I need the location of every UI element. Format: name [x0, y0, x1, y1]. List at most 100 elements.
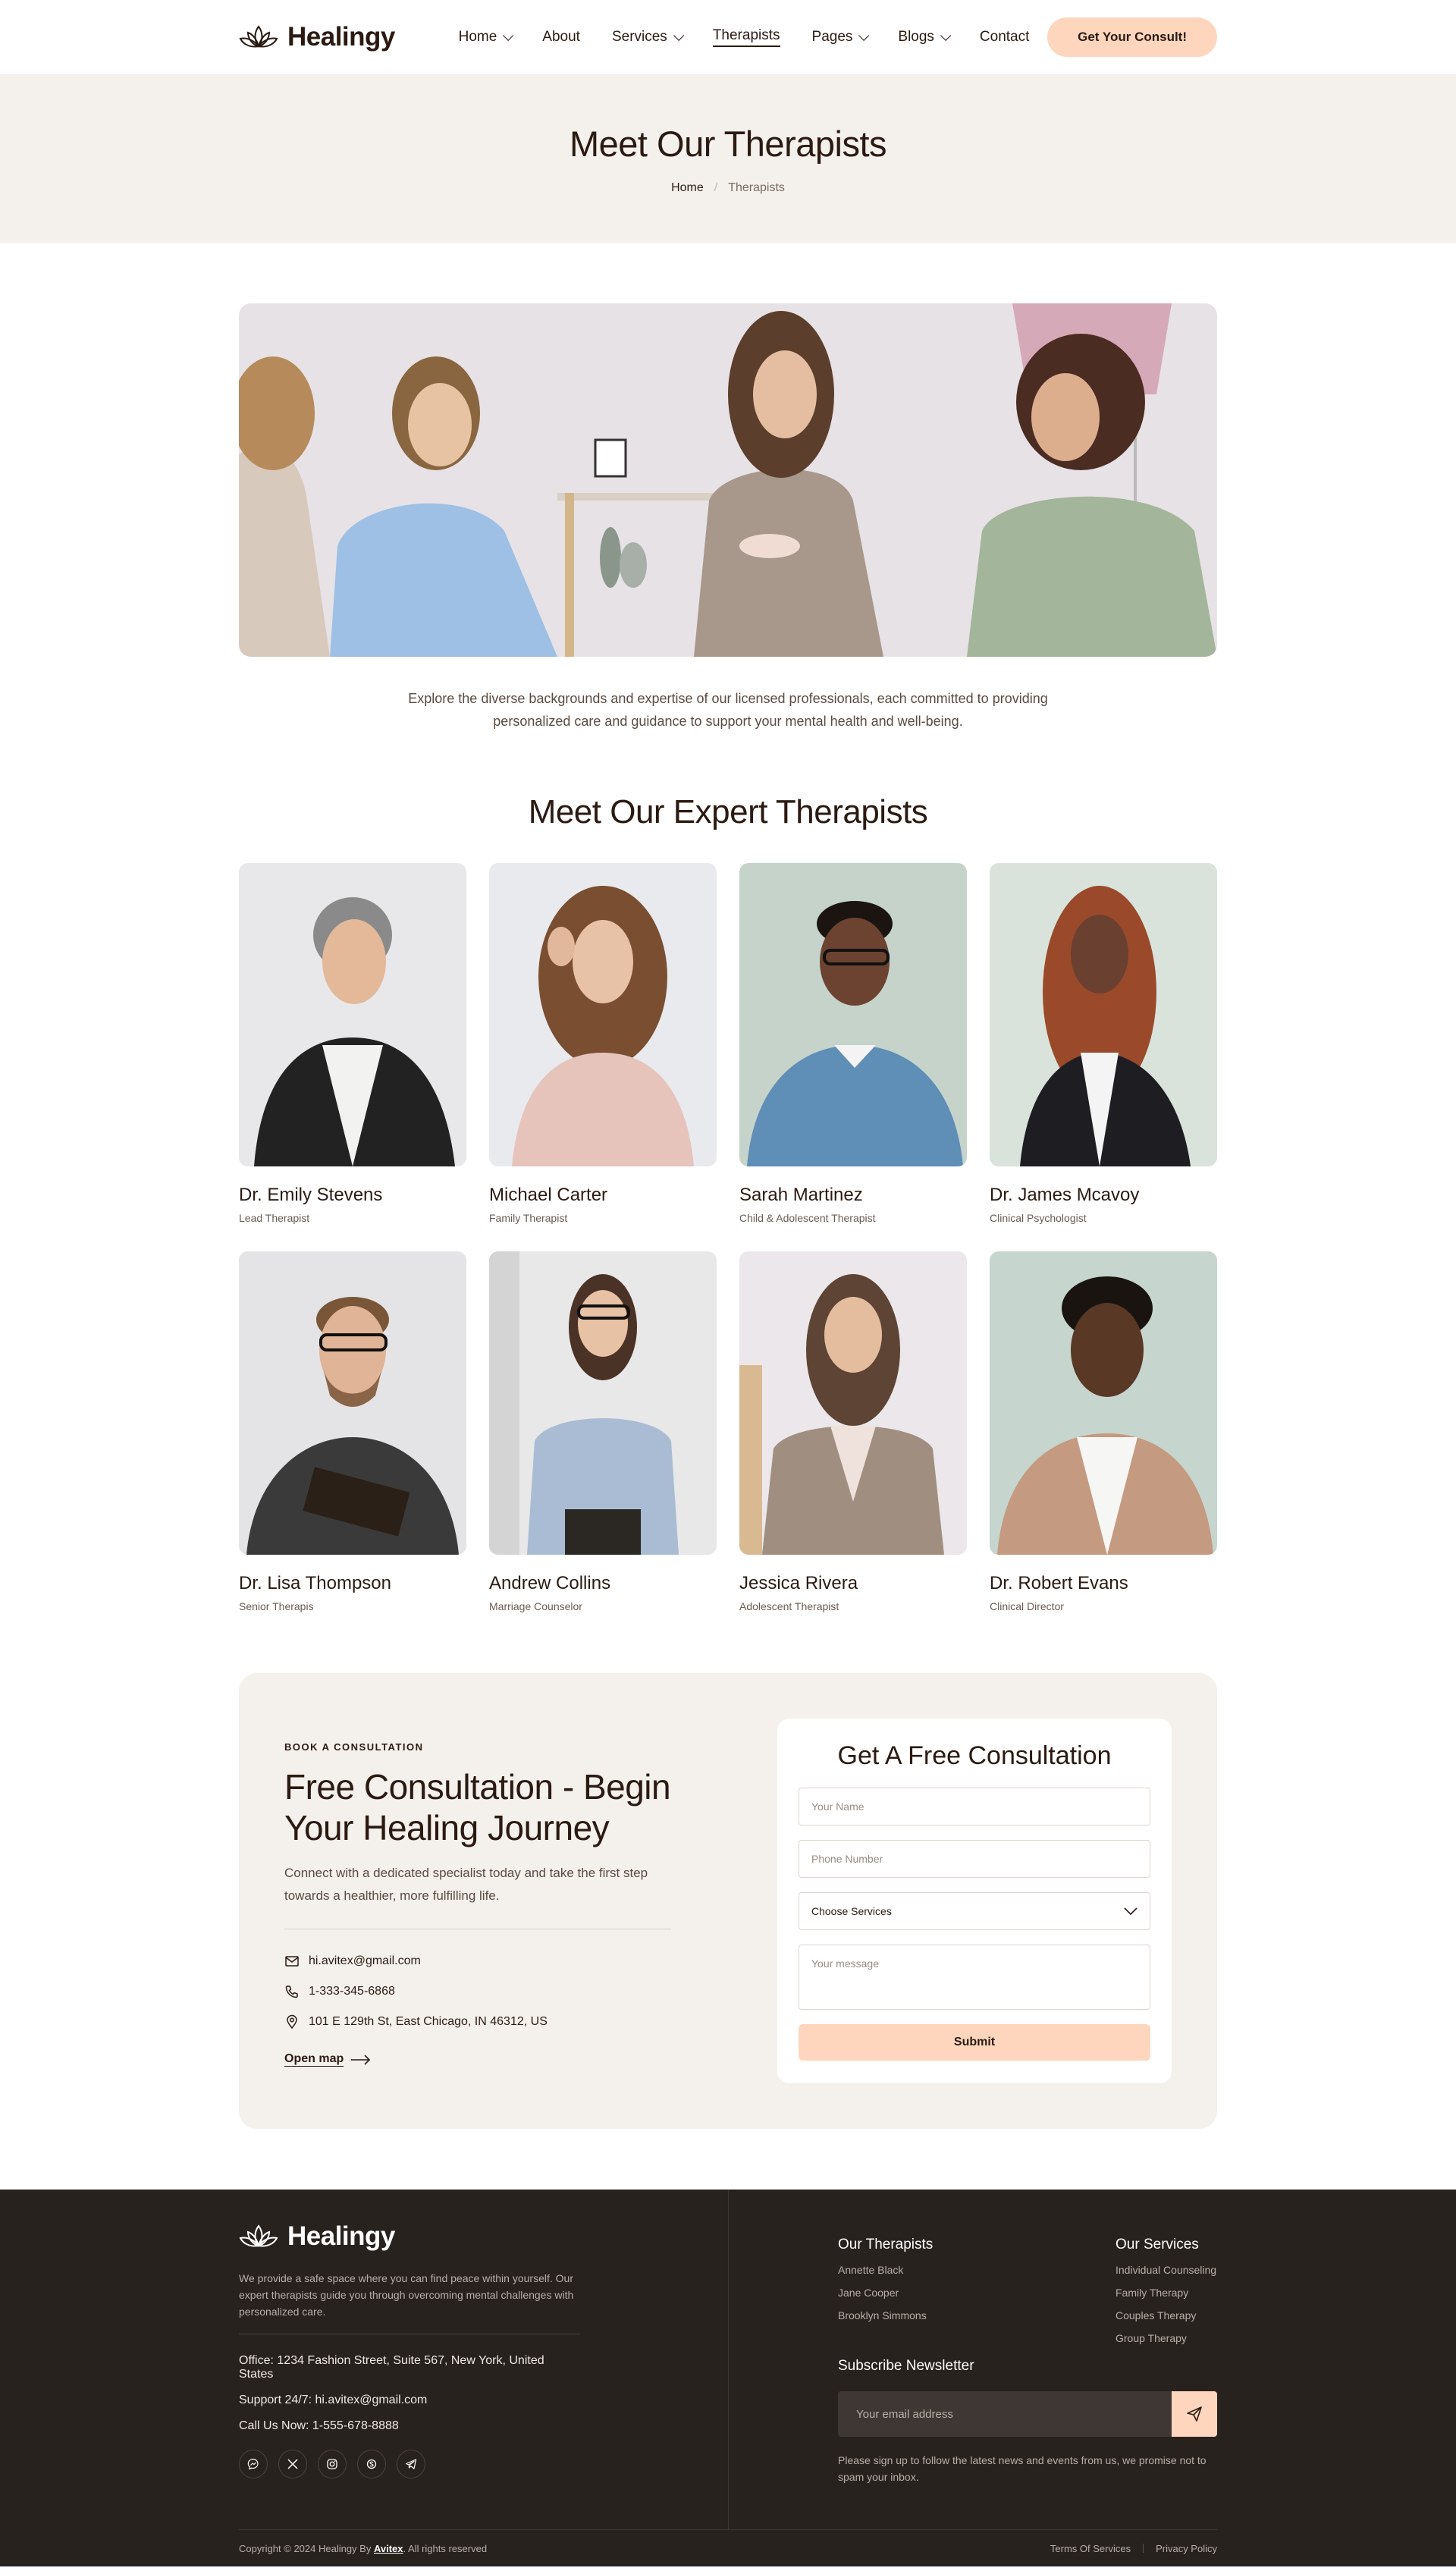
name-input[interactable]: Your Name	[799, 1788, 1150, 1825]
open-map-link[interactable]: Open map	[284, 2052, 671, 2067]
services-select[interactable]: Choose Services	[799, 1892, 1150, 1930]
therapist-role: Lead Therapist	[239, 1212, 310, 1224]
therapist-name[interactable]: Jessica Rivera	[739, 1573, 967, 1594]
chevron-down-icon	[940, 30, 952, 41]
submit-button[interactable]: Submit	[799, 2024, 1150, 2061]
footer-therapists-title: Our Therapists	[838, 2237, 934, 2252]
chevron-down-icon	[673, 30, 685, 41]
therapist-card[interactable]: Dr. Lisa Thompson Senior Therapis	[239, 1251, 466, 1612]
contact-email[interactable]: hi.avitex@gmail.com	[284, 1954, 671, 1969]
site-footer: Healingy We provide a safe space where y…	[0, 2190, 1456, 2566]
footer-therapist-link[interactable]: Annette Black	[838, 2264, 933, 2276]
therapist-card[interactable]: Michael Carter Family Therapist	[489, 863, 717, 1224]
get-consult-button[interactable]: Get Your Consult!	[1047, 17, 1217, 57]
footer-logo[interactable]: Healingy	[239, 2221, 580, 2252]
consultation-form: Get A Free Consultation Your Name Phone …	[777, 1719, 1172, 2083]
footer-therapists-column: Our Therapists Annette Black Jane Cooper…	[838, 2237, 933, 2332]
nav-home[interactable]: Home	[459, 22, 514, 52]
breadcrumb-home[interactable]: Home	[671, 181, 704, 195]
lotus-logo-icon	[239, 2224, 278, 2247]
contact-address: 101 E 129th St, East Chicago, IN 46312, …	[284, 2014, 671, 2029]
contact-phone[interactable]: 1-333-345-6868	[284, 1984, 671, 1999]
therapist-name[interactable]: Dr. James Mcavoy	[990, 1185, 1217, 1206]
newsletter-email-input[interactable]: Your email address	[838, 2391, 1172, 2437]
footer-therapist-link[interactable]: Jane Cooper	[838, 2287, 933, 2299]
therapist-role: Clinical Director	[990, 1600, 1065, 1612]
main-nav: Home About Services Therapists Pages Blo…	[459, 22, 1029, 52]
footer-support[interactable]: Support 24/7: hi.avitex@gmail.com	[239, 2394, 580, 2407]
brand-name: Healingy	[287, 22, 395, 52]
therapist-card[interactable]: Jessica Rivera Adolescent Therapist	[739, 1251, 967, 1612]
nav-about[interactable]: About	[542, 22, 580, 52]
chevron-down-icon	[503, 30, 514, 41]
consultation-section: BOOK A CONSULTATION Free Consultation - …	[239, 1673, 1217, 2129]
therapist-name[interactable]: Dr. Emily Stevens	[239, 1185, 466, 1206]
team-section-title: Meet Our Expert Therapists	[528, 793, 928, 830]
therapist-role: Adolescent Therapist	[739, 1600, 839, 1612]
nav-therapists[interactable]: Therapists	[712, 22, 780, 52]
nav-services-label: Services	[611, 29, 667, 45]
contact-address-text: 101 E 129th St, East Chicago, IN 46312, …	[309, 2015, 548, 2028]
instagram-icon[interactable]	[318, 2450, 347, 2478]
nav-blogs[interactable]: Blogs	[898, 22, 952, 52]
therapist-role: Clinical Psychologist	[990, 1212, 1087, 1224]
therapist-name[interactable]: Sarah Martinez	[739, 1185, 967, 1206]
services-select-value: Choose Services	[811, 1905, 892, 1917]
therapist-name[interactable]: Dr. Lisa Thompson	[239, 1573, 466, 1594]
therapist-photo	[739, 863, 967, 1166]
therapist-card[interactable]: Dr. Emily Stevens Lead Therapist	[239, 863, 466, 1224]
consultation-eyebrow: BOOK A CONSULTATION	[284, 1741, 424, 1753]
messenger-icon[interactable]	[239, 2450, 268, 2478]
nav-pages-label: Pages	[811, 29, 853, 45]
logo[interactable]: Healingy	[239, 22, 395, 52]
open-map-label: Open map	[284, 2052, 344, 2067]
nav-services[interactable]: Services	[611, 22, 685, 52]
breadcrumb-current: Therapists	[728, 181, 785, 194]
hero-group-session-image	[239, 303, 1217, 657]
footer-service-link[interactable]: Family Therapy	[1116, 2287, 1216, 2299]
x-icon[interactable]	[278, 2450, 307, 2478]
terms-link[interactable]: Terms Of Services	[1050, 2543, 1131, 2554]
therapist-role: Marriage Counselor	[489, 1600, 582, 1612]
page-title: Meet Our Therapists	[569, 123, 887, 164]
therapist-name[interactable]: Dr. Robert Evans	[990, 1573, 1217, 1594]
nav-pages[interactable]: Pages	[811, 22, 870, 52]
breadcrumb: Home / Therapists	[671, 181, 785, 195]
telegram-icon[interactable]	[397, 2450, 425, 2478]
skype-icon[interactable]	[357, 2450, 386, 2478]
footer-call[interactable]: Call Us Now: 1-555-678-8888	[239, 2419, 580, 2433]
footer-service-link[interactable]: Couples Therapy	[1116, 2309, 1216, 2321]
footer-description: We provide a safe space where you can fi…	[239, 2272, 574, 2318]
contact-email-text: hi.avitex@gmail.com	[309, 1954, 421, 1967]
therapist-card[interactable]: Dr. James Mcavoy Clinical Psychologist	[990, 863, 1217, 1224]
nav-about-label: About	[542, 29, 580, 45]
therapist-card[interactable]: Sarah Martinez Child & Adolescent Therap…	[739, 863, 967, 1224]
form-title: Get A Free Consultation	[837, 1741, 1112, 1770]
therapist-role: Senior Therapis	[239, 1600, 314, 1612]
send-icon	[1187, 2406, 1202, 2422]
therapist-name[interactable]: Michael Carter	[489, 1185, 717, 1206]
privacy-link[interactable]: Privacy Policy	[1156, 2543, 1217, 2554]
footer-service-link[interactable]: Group Therapy	[1116, 2332, 1216, 2344]
breadcrumb-separator: /	[714, 181, 718, 194]
intro-text: Explore the diverse backgrounds and expe…	[408, 691, 1048, 729]
newsletter-note: Please sign up to follow the latest news…	[838, 2454, 1207, 2483]
therapist-name[interactable]: Andrew Collins	[489, 1573, 717, 1594]
footer-bottom-bar: Copyright © 2024 Healingy By Avitex. All…	[239, 2529, 1217, 2566]
therapist-card[interactable]: Dr. Robert Evans Clinical Director	[990, 1251, 1217, 1612]
copyright-prefix: Copyright © 2024 Healingy By	[239, 2542, 372, 2554]
therapist-photo	[739, 1251, 967, 1555]
therapist-card[interactable]: Andrew Collins Marriage Counselor	[489, 1251, 717, 1612]
copyright-brand-link[interactable]: Avitex	[374, 2543, 403, 2554]
therapist-photo	[239, 1251, 466, 1555]
site-header: Healingy Home About Services Therapists …	[0, 0, 1456, 74]
footer-service-link[interactable]: Individual Counseling	[1116, 2264, 1216, 2276]
legal-links: Terms Of Services Privacy Policy	[1050, 2543, 1217, 2554]
message-textarea[interactable]: Your message	[799, 1945, 1150, 2010]
nav-contact[interactable]: Contact	[980, 22, 1029, 52]
newsletter-submit-button[interactable]	[1172, 2391, 1217, 2437]
therapist-role: Family Therapist	[489, 1212, 568, 1224]
phone-input[interactable]: Phone Number	[799, 1840, 1150, 1878]
footer-therapist-link[interactable]: Brooklyn Simmons	[838, 2309, 933, 2321]
footer-services-title: Our Services	[1116, 2237, 1199, 2252]
